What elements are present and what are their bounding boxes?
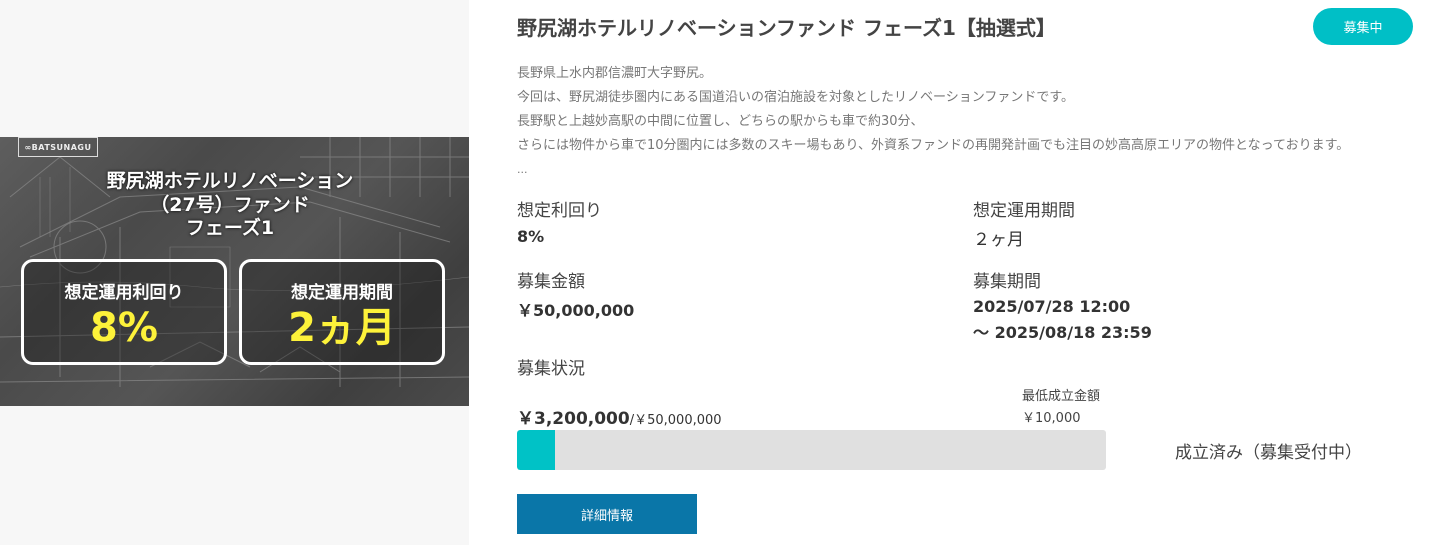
fund-title[interactable]: 野尻湖ホテルリノベーションファンド フェーズ1【抽選式】 bbox=[517, 12, 1056, 41]
yield-label: 想定利回り bbox=[517, 201, 602, 221]
progress-bar-fill bbox=[517, 430, 555, 470]
banner-period-value: 2ヵ月 bbox=[288, 305, 396, 351]
current-amount: ￥3,200,000 bbox=[517, 409, 630, 429]
banner-period-label: 想定運用期間 bbox=[291, 283, 393, 303]
yield-value: 8% bbox=[517, 227, 545, 246]
detail-info-button[interactable]: 詳細情報 bbox=[517, 494, 697, 534]
min-amount-label: 最低成立金額 bbox=[1022, 389, 1101, 404]
banner-title-line-2: （27号）ファンド bbox=[150, 194, 310, 216]
funding-status-text: 成立済み（募集受付中） bbox=[1175, 443, 1362, 463]
banner-yield-value: 8% bbox=[90, 305, 158, 351]
banner-yield-box: 想定運用利回り 8% bbox=[21, 259, 227, 365]
description-line-1: 長野県上水内郡信濃町大字野尻。 bbox=[517, 66, 713, 81]
recruit-start: 2025/07/28 12:00 bbox=[973, 297, 1131, 316]
description-line-4: さらには物件から車で10分圏内には多数のスキー場もあり、外資系ファンドの再開発計… bbox=[517, 138, 1350, 153]
period-label: 想定運用期間 bbox=[973, 201, 1075, 221]
progress-bar bbox=[517, 430, 1106, 470]
progress-amount: ￥3,200,000/￥50,000,000 bbox=[517, 404, 722, 429]
banner-period-box: 想定運用期間 2ヵ月 bbox=[239, 259, 445, 365]
description-line-2: 今回は、野尻湖徒歩圏内にある国道沿いの宿泊施設を対象としたリノベーションファンド… bbox=[517, 90, 1075, 105]
description-line-3: 長野駅と上越妙高駅の中間に位置し、どちらの駅からも車で約30分、 bbox=[517, 114, 924, 129]
left-panel: ∞BATSUNAGU 野尻湖ホテルリノベーション （27号）ファンド フェーズ1… bbox=[0, 0, 469, 545]
amount-value: ￥50,000,000 bbox=[517, 301, 635, 320]
period-value: ２ヶ月 bbox=[973, 230, 1024, 250]
banner-yield-label: 想定運用利回り bbox=[64, 283, 184, 303]
min-amount-value: ￥10,000 bbox=[1022, 411, 1081, 426]
recruit-end: ～ 2025/08/18 23:59 bbox=[973, 323, 1152, 342]
banner-title-line-3: フェーズ1 bbox=[185, 217, 275, 239]
fund-description: 長野県上水内郡信濃町大字野尻。 今回は、野尻湖徒歩圏内にある国道沿いの宿泊施設を… bbox=[517, 62, 1417, 182]
total-amount: /￥50,000,000 bbox=[629, 413, 722, 428]
batsunagu-logo: ∞BATSUNAGU bbox=[18, 137, 98, 157]
recruit-period-label: 募集期間 bbox=[973, 272, 1041, 292]
fund-banner-image[interactable]: ∞BATSUNAGU 野尻湖ホテルリノベーション （27号）ファンド フェーズ1… bbox=[0, 137, 469, 406]
status-badge: 募集中 bbox=[1313, 8, 1413, 45]
amount-label: 募集金額 bbox=[517, 272, 585, 292]
progress-label: 募集状況 bbox=[517, 359, 585, 379]
banner-title-line-1: 野尻湖ホテルリノベーション bbox=[106, 170, 354, 192]
description-ellipsis: ... bbox=[517, 163, 528, 176]
